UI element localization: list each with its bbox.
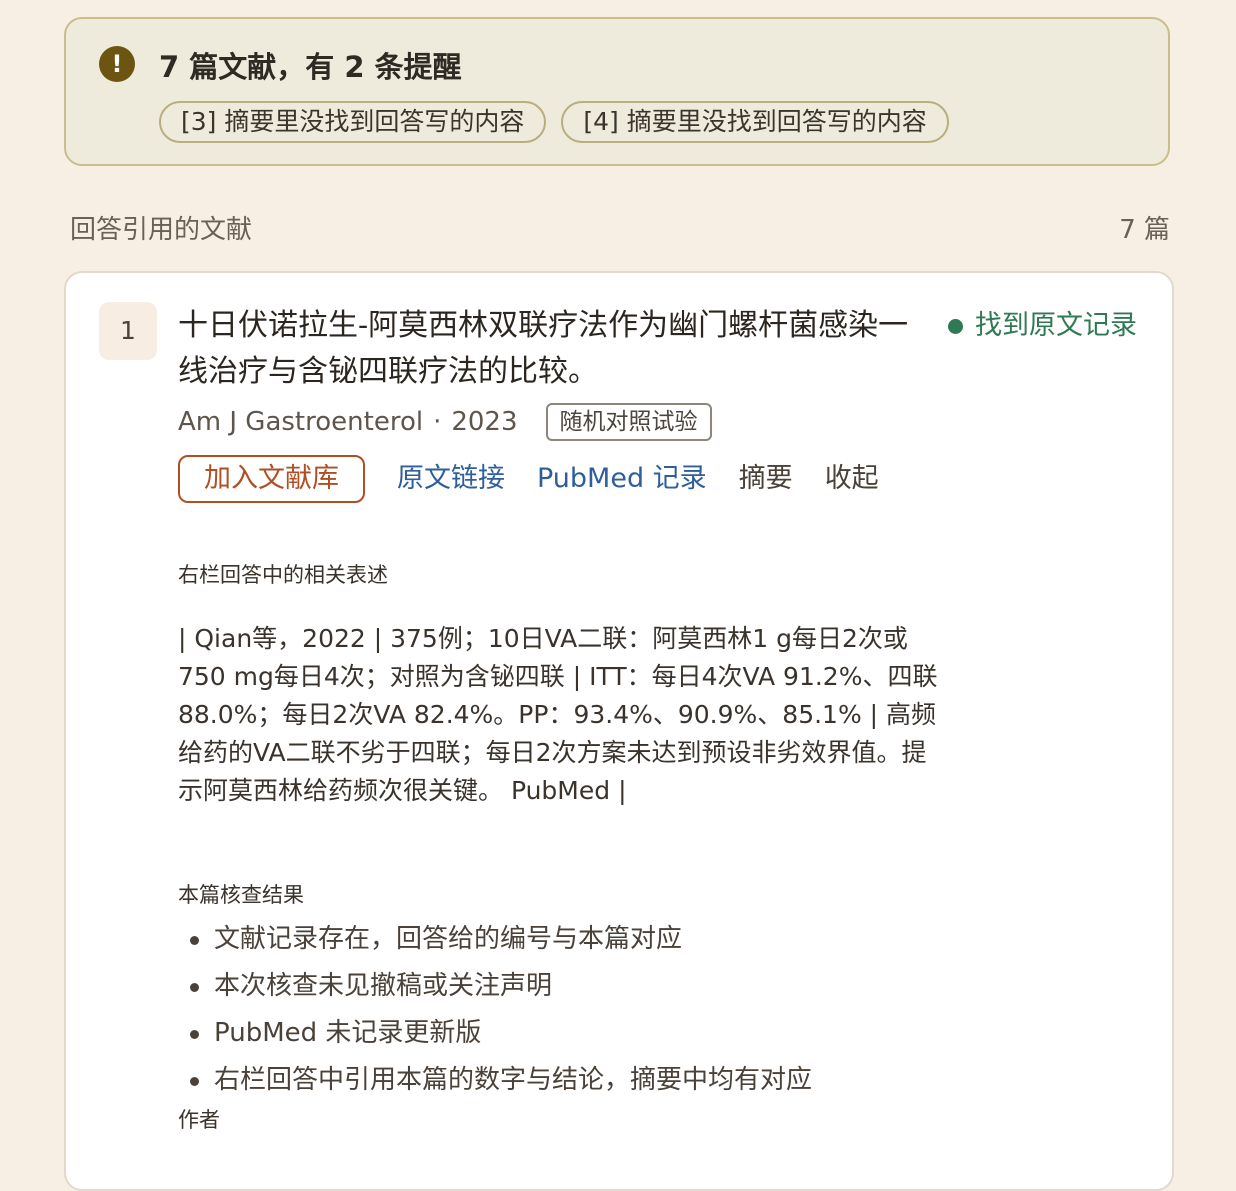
alert-chip-ref-3[interactable]: [3] 摘要里没找到回答写的内容 [159,101,547,143]
check-result-item: 右栏回答中引用本篇的数字与结论，摘要中均有对应 [178,1057,812,1104]
reference-count: 7 篇 [1119,215,1170,245]
authors-label: 作者 [178,1108,220,1132]
reference-meta: Am J Gastroenterol · 2023 随机对照试验 [178,402,712,442]
status-dot-icon [948,318,963,334]
statement-label: 右栏回答中的相关表述 [178,563,388,587]
reference-title: 十日伏诺拉生-阿莫西林双联疗法作为幽门螺杆菌感染一线治疗与含铋四联疗法的比较。 [178,308,909,389]
alert-chip-ref-4[interactable]: [4] 摘要里没找到回答写的内容 [561,101,949,143]
alert-title: 7 篇文献，有 2 条提醒 [159,50,462,84]
alert-chips: [3] 摘要里没找到回答写的内容 [4] 摘要里没找到回答写的内容 [159,101,949,143]
reference-number: 1 [99,302,157,360]
journal-name: Am J Gastroenterol [178,407,424,437]
add-to-library-button[interactable]: 加入文献库 [178,455,365,503]
full-text-link[interactable]: 原文链接 [397,456,505,502]
check-result-label: 本篇核查结果 [178,883,304,907]
check-result-item: 本次核查未见撤稿或关注声明 [178,963,812,1010]
check-result-list: 文献记录存在，回答给的编号与本篇对应 本次核查未见撤稿或关注声明 PubMed … [178,916,812,1104]
check-result-item: 文献记录存在，回答给的编号与本篇对应 [178,916,812,963]
record-status: 找到原文记录 [948,308,1137,344]
publication-year: 2023 [451,407,518,437]
meta-separator: · [433,407,442,437]
section-title: 回答引用的文献 [70,215,253,245]
check-result-item: PubMed 未记录更新版 [178,1010,812,1057]
related-statement: | Qian等，2022 | 375例；10日VA二联：阿莫西林1 g每日2次或… [178,624,938,805]
reference-actions: 加入文献库 原文链接 PubMed 记录 摘要 收起 [178,455,879,503]
record-status-label: 找到原文记录 [975,310,1137,341]
reference-card: 1 十日伏诺拉生-阿莫西林双联疗法作为幽门螺杆菌感染一线治疗与含铋四联疗法的比较… [64,271,1174,1191]
study-type-badge: 随机对照试验 [545,403,712,441]
exclamation-icon: ! [99,46,135,82]
collapse-button[interactable]: 收起 [825,456,879,502]
abstract-toggle[interactable]: 摘要 [739,456,793,502]
pubmed-record-link[interactable]: PubMed 记录 [537,456,707,502]
alert-panel: ! 7 篇文献，有 2 条提醒 [3] 摘要里没找到回答写的内容 [4] 摘要里… [64,17,1170,166]
